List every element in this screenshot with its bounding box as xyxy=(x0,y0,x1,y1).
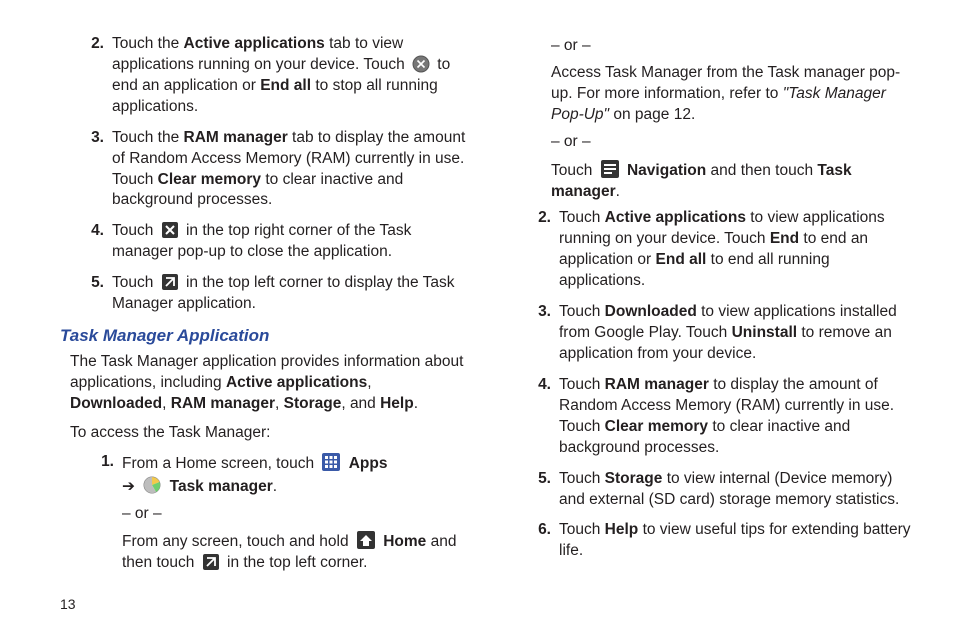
text: , xyxy=(275,395,284,412)
list-item: 5. Touch in the top left corner to displ… xyxy=(78,273,469,315)
list-item: 5. Touch Storage to view internal (Devic… xyxy=(525,469,916,511)
item-body: Touch RAM manager to display the amount … xyxy=(559,375,916,459)
text-bold: RAM manager xyxy=(605,376,709,393)
item-body: Touch the RAM manager tab to display the… xyxy=(112,128,469,212)
right-column: – or – Access Task Manager from the Task… xyxy=(507,30,916,584)
text-bold: Downloaded xyxy=(70,395,162,412)
item-number: 3. xyxy=(78,128,112,212)
text-bold: RAM manager xyxy=(184,129,288,146)
text: Touch xyxy=(559,209,605,226)
text: , xyxy=(162,395,171,412)
text-bold: End all xyxy=(656,251,707,268)
home-icon xyxy=(356,530,376,550)
list-item: 3. Touch the RAM manager tab to display … xyxy=(78,128,469,212)
section-heading: Task Manager Application xyxy=(60,325,469,348)
item-body: Touch Help to view useful tips for exten… xyxy=(559,520,916,562)
text-bold: Help xyxy=(380,395,414,412)
text-bold: Active applications xyxy=(226,374,367,391)
text-bold: Task manager xyxy=(170,478,273,495)
item-number: 2. xyxy=(525,208,559,292)
text: Touch xyxy=(551,162,597,179)
text: Touch xyxy=(559,521,605,538)
item-body: From a Home screen, touch Apps ➔ Task ma… xyxy=(122,452,469,575)
text: in the top left corner. xyxy=(223,554,368,571)
text-bold: Active applications xyxy=(605,209,746,226)
expand-arrow-icon xyxy=(202,553,220,571)
navigation-icon xyxy=(600,159,620,179)
text: , and xyxy=(341,395,380,412)
intro-paragraph: The Task Manager application provides in… xyxy=(70,352,469,415)
text-bold: Uninstall xyxy=(732,324,797,341)
continuation: – or – Access Task Manager from the Task… xyxy=(551,36,916,202)
item-number: 4. xyxy=(525,375,559,459)
item-number: 1. xyxy=(88,452,122,575)
item-body: Touch the Active applications tab to vie… xyxy=(112,34,469,118)
list-item: 4. Touch in the top right corner of the … xyxy=(78,221,469,263)
line: From a Home screen, touch Apps xyxy=(122,452,469,475)
close-circle-icon xyxy=(412,55,430,73)
arrow-icon: ➔ xyxy=(122,478,135,495)
item-number: 2. xyxy=(78,34,112,118)
text-bold: End xyxy=(770,230,799,247)
text-bold: RAM manager xyxy=(171,395,275,412)
item-body: Touch Storage to view internal (Device m… xyxy=(559,469,916,511)
text: , xyxy=(367,374,371,391)
text: and then touch xyxy=(706,162,817,179)
apps-grid-icon xyxy=(321,452,341,472)
text-bold: Storage xyxy=(605,470,663,487)
text-bold: Storage xyxy=(284,395,342,412)
or-separator: – or – xyxy=(551,36,916,57)
item-body: Touch in the top right corner of the Tas… xyxy=(112,221,469,263)
list-item: 2. Touch Active applications to view app… xyxy=(525,208,916,292)
line: Access Task Manager from the Task manage… xyxy=(551,63,916,126)
left-column: 2. Touch the Active applications tab to … xyxy=(60,30,469,584)
list-item: 1. From a Home screen, touch Apps ➔ Task… xyxy=(88,452,469,575)
list-item: 3. Touch Downloaded to view applications… xyxy=(525,302,916,365)
close-square-icon xyxy=(161,221,179,239)
or-separator: – or – xyxy=(122,504,469,525)
item-number: 5. xyxy=(525,469,559,511)
text: Touch the xyxy=(112,35,184,52)
text: Touch xyxy=(112,274,158,291)
list-item: 6. Touch Help to view useful tips for ex… xyxy=(525,520,916,562)
text: From any screen, touch and hold xyxy=(122,533,353,550)
text-bold: End all xyxy=(260,77,311,94)
page-number: 13 xyxy=(60,595,76,614)
text-bold: Clear memory xyxy=(605,418,708,435)
item-number: 6. xyxy=(525,520,559,562)
text-bold: Downloaded xyxy=(605,303,697,320)
text: . xyxy=(616,183,620,200)
list-item: 4. Touch RAM manager to display the amou… xyxy=(525,375,916,459)
item-body: Touch Downloaded to view applications in… xyxy=(559,302,916,365)
list-item: 2. Touch the Active applications tab to … xyxy=(78,34,469,118)
item-number: 4. xyxy=(78,221,112,263)
line: Touch Navigation and then touch Task man… xyxy=(551,159,916,203)
item-number: 5. xyxy=(78,273,112,315)
text: Touch the xyxy=(112,129,184,146)
text: From a Home screen, touch xyxy=(122,455,318,472)
line: From any screen, touch and hold Home and… xyxy=(122,530,469,574)
text-bold: Help xyxy=(605,521,639,538)
access-line: To access the Task Manager: xyxy=(70,423,469,444)
text: . xyxy=(414,395,418,412)
text: Touch xyxy=(559,470,605,487)
item-number: 3. xyxy=(525,302,559,365)
text-bold: Home xyxy=(383,533,426,550)
item-body: Touch Active applications to view applic… xyxy=(559,208,916,292)
text-bold: Apps xyxy=(349,455,388,472)
text-bold: Navigation xyxy=(627,162,706,179)
page: 2. Touch the Active applications tab to … xyxy=(0,0,954,584)
item-body: Touch in the top left corner to display … xyxy=(112,273,469,315)
text: on page 12. xyxy=(609,106,695,123)
text: Touch xyxy=(112,222,158,239)
expand-arrow-icon xyxy=(161,273,179,291)
or-separator: – or – xyxy=(551,132,916,153)
text: Touch xyxy=(559,303,605,320)
text: Touch xyxy=(559,376,605,393)
text-bold: Active applications xyxy=(184,35,325,52)
text: . xyxy=(273,478,277,495)
line: ➔ Task manager. xyxy=(122,475,469,498)
text-bold: Clear memory xyxy=(158,171,261,188)
task-manager-pie-icon xyxy=(142,475,162,495)
